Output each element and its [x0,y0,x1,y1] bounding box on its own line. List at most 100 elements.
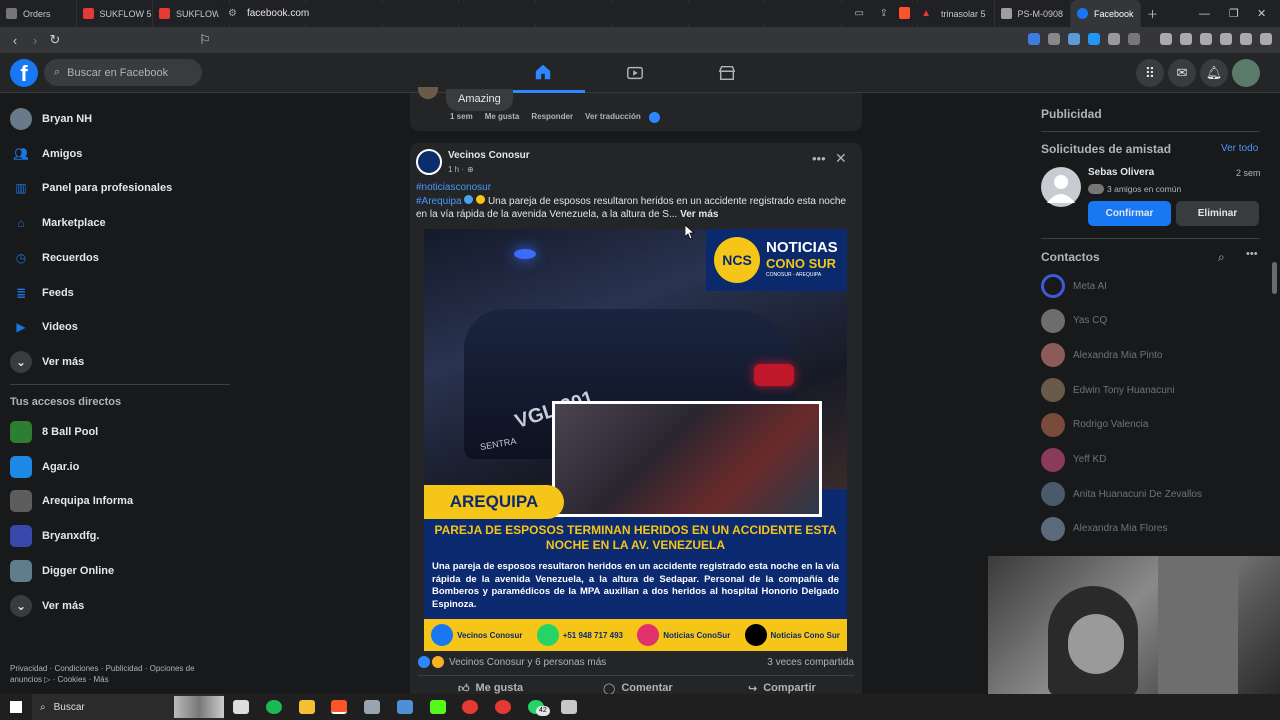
shortcut-item[interactable]: ⌄ Ver más [10,591,84,621]
kick-icon[interactable] [430,700,446,714]
confirm-button[interactable]: Confirmar [1088,201,1171,226]
mutual-friends[interactable]: 3 amigos en común [1088,184,1181,194]
sidebar-item[interactable]: ▥ Panel para profesionales [10,173,172,203]
browser-tab-active[interactable]: Facebook ✕ [1071,0,1141,27]
see-all-link[interactable]: Ver todo [1221,143,1258,154]
hashtag-link[interactable]: #noticiasconosur [416,182,491,193]
extension-icon[interactable] [1028,33,1040,45]
browser-tab[interactable]: SUKFLOW 5 [77,0,153,27]
delete-button[interactable]: Eliminar [1176,201,1259,226]
forward-icon[interactable]: › [25,33,45,48]
app-icon[interactable] [462,700,478,714]
site-info-icon[interactable]: ⚙ [228,8,237,19]
post-time[interactable]: 1 h · [448,165,464,174]
puzzle-icon[interactable] [1108,33,1120,45]
shortcut-item[interactable]: Digger Online [10,556,114,586]
search-contacts-icon[interactable]: ⌕ [1218,250,1225,265]
extension-icon[interactable] [1128,33,1140,45]
sidebar-item[interactable]: ≣ Feeds [10,278,74,308]
extension-icon[interactable] [1068,33,1080,45]
extension-icon[interactable] [1048,33,1060,45]
wallet-icon[interactable] [1200,33,1212,45]
commenter-avatar[interactable] [418,87,438,99]
menu-icon[interactable] [1260,33,1272,45]
image-headline: PAREJA DE ESPOSOS TERMINAN HERIDOS EN UN… [434,523,837,552]
share-count[interactable]: 3 veces compartida [767,657,854,668]
browser-tab[interactable]: Orders [0,0,77,27]
scrollbar-thumb[interactable] [1272,262,1277,294]
notifications-button[interactable]: 🔔︎ [1200,59,1228,87]
comment-reply-link[interactable]: Responder [531,112,573,123]
reload-icon[interactable]: ↻ [45,32,65,48]
calculator-icon[interactable] [397,700,413,714]
media-icon[interactable] [1160,33,1172,45]
post-options-icon[interactable]: ••• [812,151,826,166]
contacts-options-icon[interactable]: ••• [1246,248,1258,260]
contact-item[interactable]: Meta AI [1041,271,1107,301]
tab-video[interactable] [593,53,677,93]
shortcut-item[interactable]: Bryanxdfg. [10,521,99,551]
hashtag-link[interactable]: #Arequipa [416,196,462,207]
menu-grid-button[interactable]: ⠿ [1136,59,1164,87]
comment-translate-link[interactable]: Ver traducción [585,112,641,123]
request-avatar[interactable] [1041,167,1081,207]
facebook-logo[interactable]: f [10,59,38,87]
task-view-icon[interactable] [233,700,249,714]
sidebar-icon[interactable] [1180,33,1192,45]
restore-button[interactable]: ❐ [1229,0,1239,27]
contact-item[interactable]: Rodrigo Valencia [1041,410,1148,440]
contact-item[interactable]: Edwin Tony Huanacuni [1041,375,1175,405]
url-field[interactable]: ⚙ facebook.com ▭ ⇪ ▲ [218,3,940,23]
request-name[interactable]: Sebas Olivera [1088,167,1154,178]
close-tab-icon[interactable]: ✕ [1140,8,1141,19]
messenger-button[interactable]: ✉ [1168,59,1196,87]
app-icon[interactable] [495,700,511,714]
share-icon[interactable]: ⇪ [880,8,888,19]
minimize-button[interactable]: — [1199,0,1210,27]
vpn-icon[interactable] [1240,33,1252,45]
shortcut-item[interactable]: Agar.io [10,452,79,482]
contact-item[interactable]: Anita Huanacuni De Zevallos [1041,479,1202,509]
ai-icon[interactable] [1220,33,1232,45]
profile-avatar[interactable] [1232,59,1260,87]
back-icon[interactable]: ‹ [5,33,25,48]
app-icon[interactable] [364,700,380,714]
sidebar-item[interactable]: Bryan NH [10,104,92,134]
app-icon[interactable] [561,700,577,714]
cast-icon[interactable]: ▭ [855,8,864,19]
shortcut-item[interactable]: Arequipa Informa [10,486,133,516]
brave-icon[interactable] [331,700,347,714]
sidebar-item[interactable]: ▶ Videos [10,312,78,342]
extension-icon[interactable] [1088,33,1100,45]
rewards-icon[interactable]: ▲ [921,8,931,19]
contact-item[interactable]: Yas CQ [1041,306,1107,336]
comment-time[interactable]: 1 sem [450,112,473,123]
post-page-name[interactable]: Vecinos Conosur [448,150,530,161]
comment-like-link[interactable]: Me gusta [485,112,520,123]
new-tab-button[interactable]: ＋ [1147,0,1158,27]
close-post-icon[interactable]: ✕ [835,150,847,167]
sidebar-item[interactable]: ⌂ Marketplace [10,208,105,238]
sidebar-item[interactable]: ⌄ Ver más [10,347,84,377]
search-input[interactable]: ⌕ Buscar en Facebook [44,59,202,86]
spotify-icon[interactable] [266,700,282,714]
post-image[interactable]: VGL-301 SENTRA NCS NOTICIAS CONO SUR CON… [424,229,847,651]
sidebar-item[interactable]: 👥︎ Amigos [10,139,82,169]
windows-start-icon[interactable] [10,701,22,713]
page-avatar[interactable] [416,149,442,175]
tab-marketplace[interactable] [685,53,769,93]
brave-shield-icon[interactable] [899,7,910,19]
see-more-link[interactable]: Ver más [680,209,718,220]
contact-item[interactable]: Yeff KD [1041,445,1106,475]
bookmark-icon[interactable]: ⚐ [195,32,215,48]
reactions-summary[interactable]: Vecinos Conosur y 6 personas más [418,656,606,668]
browser-tab[interactable]: PS-M-0908 [995,0,1071,27]
footer-links[interactable]: Privacidad · Condiciones · Publicidad · … [10,663,220,685]
sidebar-item[interactable]: ◷ Recuerdos [10,243,99,273]
file-explorer-icon[interactable] [299,700,315,714]
contact-item[interactable]: Alexandra Mia Flores [1041,514,1167,544]
contact-item[interactable]: Alexandra Mia Pinto [1041,340,1163,370]
close-window-button[interactable]: ✕ [1257,0,1266,27]
shortcut-item[interactable]: 8 Ball Pool [10,417,98,447]
tab-home[interactable] [501,53,585,93]
